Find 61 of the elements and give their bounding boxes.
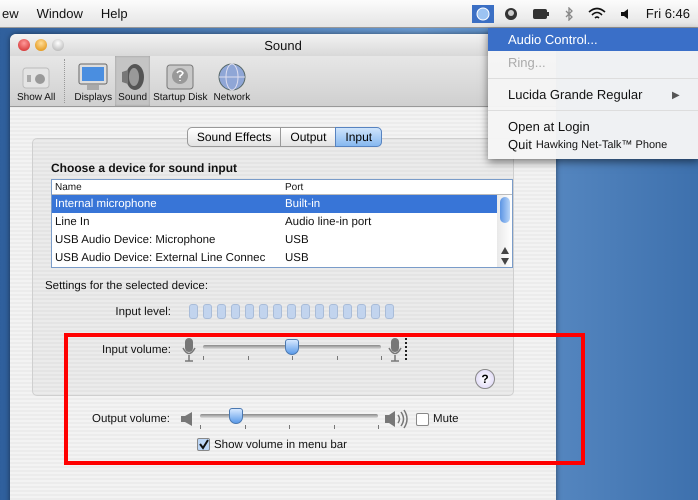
menu-item[interactable]: Quit Hawking Net-Talk™ Phone xyxy=(488,138,698,154)
toolbar-item[interactable]: Show All xyxy=(14,56,58,106)
wifi-icon[interactable] xyxy=(588,6,606,20)
globe-icon xyxy=(216,62,247,92)
output-volume-slider[interactable] xyxy=(200,408,378,430)
toolbar-item[interactable]: Startup Disk xyxy=(150,56,211,106)
menu-item[interactable]: Lucida Grande Regular ▶ xyxy=(488,83,698,106)
check-icon xyxy=(198,439,209,450)
table-cell-text: USB xyxy=(284,234,309,246)
slider-thumb[interactable] xyxy=(285,339,299,355)
table-cell-text: Line In xyxy=(54,216,91,228)
microphone-icon xyxy=(181,337,197,363)
slider-thumb[interactable] xyxy=(228,408,243,424)
speaker-quiet-icon xyxy=(180,411,194,427)
table-cell-text: Audio line-in port xyxy=(284,216,372,228)
input-volume-slider[interactable] xyxy=(203,339,381,361)
table-row[interactable]: Internal microphone Built-in xyxy=(52,195,497,213)
table-cell-text: Internal microphone xyxy=(54,198,158,210)
scroll-up-icon[interactable] xyxy=(500,247,508,254)
toolbar-item[interactable]: Network xyxy=(210,56,254,106)
table-cell-text: USB Audio Device: External Line Connec xyxy=(54,252,266,264)
table-cell-text: Built-in xyxy=(284,198,320,210)
menu-title[interactable]: ew xyxy=(0,6,21,21)
scroll-bar[interactable] xyxy=(497,195,512,267)
input-level-label: Input level: xyxy=(114,306,172,318)
column-header[interactable]: Name xyxy=(52,182,282,192)
speaker-loud-icon xyxy=(384,409,410,429)
tab[interactable]: Output xyxy=(280,127,336,147)
scroll-thumb[interactable] xyxy=(500,197,510,223)
window-title: Sound xyxy=(264,38,302,52)
show-volume-checkbox[interactable]: Show volume in menu bar xyxy=(197,438,548,451)
tab[interactable]: Input xyxy=(335,127,382,147)
menu-clock[interactable]: Fri 6:46 xyxy=(646,6,690,21)
column-header[interactable]: Port xyxy=(282,182,304,192)
toolbar-item[interactable]: Displays xyxy=(71,56,116,106)
tab[interactable]: Sound Effects xyxy=(186,127,282,147)
monitor-icon xyxy=(77,62,110,92)
bluetooth-icon[interactable] xyxy=(564,6,574,20)
close-button[interactable] xyxy=(18,39,30,51)
menu-title[interactable]: Window xyxy=(34,6,85,21)
menu-item[interactable]: Audio Control... xyxy=(488,28,698,51)
globe-icon[interactable] xyxy=(472,4,494,22)
table-row[interactable]: Line In Audio line-in port xyxy=(52,213,497,231)
scroll-down-icon[interactable] xyxy=(500,258,508,265)
table-row[interactable]: USB Audio Device: External Line Connec USB xyxy=(52,249,497,267)
table-row[interactable]: USB Audio Device: Microphone USB xyxy=(52,231,497,249)
menu-title[interactable]: Help xyxy=(98,6,130,21)
input-volume-label: Input volume: xyxy=(100,344,172,356)
settings-label: Settings for the selected device: xyxy=(45,280,210,292)
mute-checkbox[interactable]: Mute xyxy=(416,412,459,426)
battery-icon[interactable] xyxy=(532,8,550,20)
help-button[interactable]: ? xyxy=(475,369,495,389)
speaker-icon xyxy=(120,62,146,92)
section-heading: Choose a device for sound input xyxy=(51,161,238,175)
toolbar-item[interactable]: Sound xyxy=(115,56,150,106)
menu-item[interactable]: Open at Login xyxy=(488,115,698,138)
table-cell-text: USB Audio Device: Microphone xyxy=(54,234,216,246)
table-cell-text: USB xyxy=(284,252,309,264)
circle-icon[interactable] xyxy=(504,6,518,20)
microphone-loud-icon xyxy=(387,337,409,363)
output-volume-label: Output volume: xyxy=(91,413,171,425)
